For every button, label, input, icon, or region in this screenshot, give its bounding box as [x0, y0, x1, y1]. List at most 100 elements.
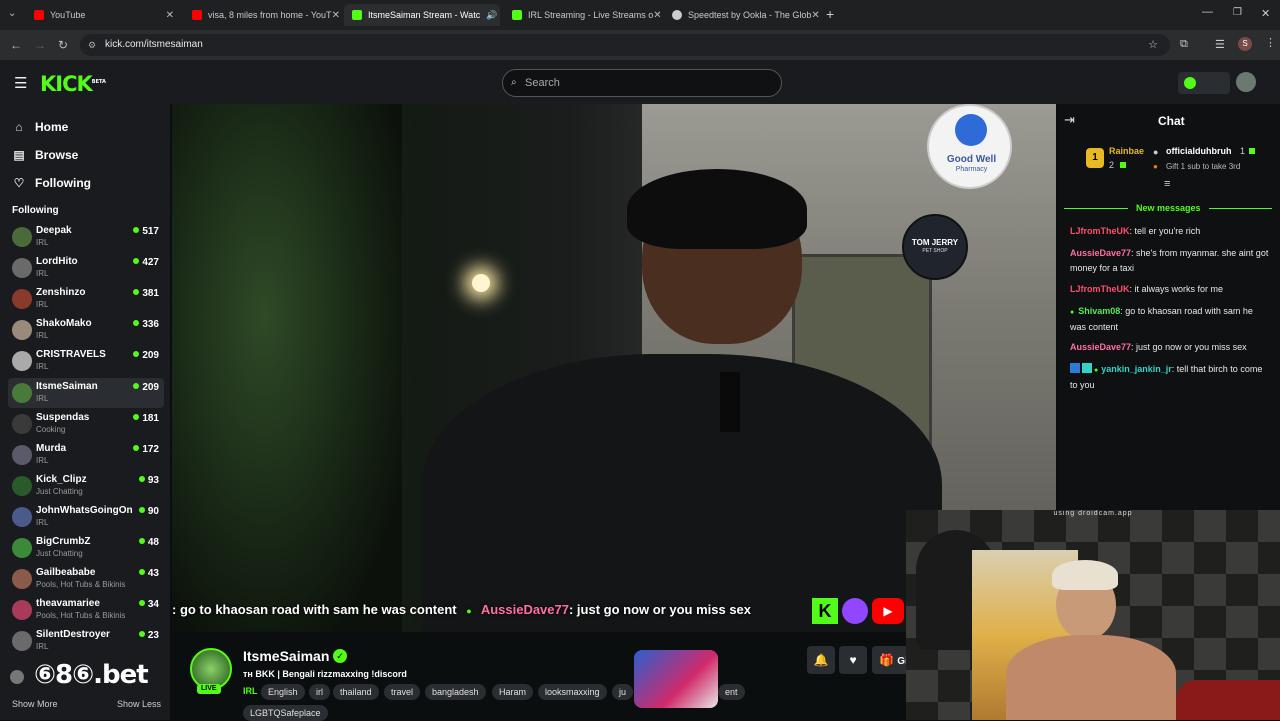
chat-username[interactable]: LJfromTheUK — [1070, 284, 1130, 294]
live-dot-icon — [133, 320, 140, 327]
sidebar-channel-shakomako[interactable]: ShakoMako IRL 336 — [8, 315, 164, 345]
chat-username[interactable]: AussieDave77 — [1070, 248, 1131, 258]
notification-bell-button[interactable]: 🔔 — [807, 646, 835, 674]
top-gifter-name[interactable]: Rainbae — [1109, 146, 1144, 156]
sidebar-channel-itsmesaiman[interactable]: ItsmeSaiman IRL 209 — [8, 377, 164, 408]
chat-username[interactable]: LJfromTheUK — [1070, 226, 1130, 236]
sidebar-channel-zenshinzo[interactable]: Zenshinzo IRL 381 — [8, 284, 164, 314]
sidebar-channel-deepak[interactable]: Deepak IRL 517 — [8, 222, 164, 252]
sidebar-channel-lordhito[interactable]: LordHito IRL 427 — [8, 253, 164, 283]
media-control-icon[interactable]: ☰ — [1215, 38, 1225, 51]
following-heading: Following — [12, 205, 59, 216]
close-tab-icon[interactable]: ✕ — [332, 10, 340, 21]
channel-category: IRL — [36, 300, 49, 310]
sidebar-channel-kick_clipz[interactable]: Kick_Clipz Just Chatting 93 — [8, 471, 164, 501]
hamburger-menu-icon[interactable]: ☰ — [14, 74, 27, 92]
new-tab-icon[interactable]: + — [826, 6, 834, 22]
extensions-icon[interactable]: ⧉ — [1180, 38, 1188, 51]
browser-tab[interactable]: IRL Streaming - Live Streams o ✕ — [504, 4, 660, 26]
viewer-count: 209 — [142, 381, 159, 393]
bookmark-star-icon[interactable]: ☆ — [1148, 34, 1158, 56]
stream-tag[interactable]: LGBTQSafeplace — [243, 705, 328, 721]
channel-category: Just Chatting — [36, 486, 83, 496]
sidebar-channel-bigcrumbz[interactable]: BigCrumbZ Just Chatting 48 — [8, 533, 164, 563]
viewer-count: 23 — [147, 630, 159, 642]
minimize-icon[interactable]: — — [1202, 6, 1213, 18]
stream-tag[interactable]: irl — [309, 684, 330, 700]
collapse-chat-icon[interactable]: ⇥ — [1064, 112, 1075, 128]
live-dot-icon — [138, 569, 145, 576]
channel-viewers: 209 — [133, 350, 159, 361]
browser-tab[interactable]: visa, 8 miles from home - YouT ✕ — [184, 4, 340, 26]
browser-tab[interactable]: Speedtest by Ookla - The Glob ✕ — [664, 4, 820, 26]
stream-tag[interactable]: bangladesh — [425, 684, 486, 700]
live-dot-icon — [138, 506, 145, 513]
nav-label: Following — [35, 176, 91, 190]
close-tab-icon[interactable]: ✕ — [166, 10, 174, 21]
close-window-icon[interactable]: ✕ — [1261, 7, 1270, 20]
stream-tag[interactable]: English — [261, 684, 305, 700]
close-tab-icon[interactable]: ✕ — [653, 10, 660, 21]
live-dot-icon — [138, 538, 145, 544]
user-avatar[interactable] — [1236, 72, 1256, 92]
channel-viewers: 181 — [133, 413, 159, 424]
chat-username[interactable]: Shivam08 — [1078, 306, 1120, 316]
channel-viewers: 90 — [138, 506, 159, 517]
sidebar-channel-murda[interactable]: Murda IRL 172 — [8, 440, 164, 470]
nav-label: Browse — [35, 148, 79, 162]
stream-tag[interactable]: travel — [384, 684, 421, 700]
nav-browse[interactable]: ▤ Browse — [12, 148, 78, 162]
tab-search-icon[interactable]: ⌄ — [8, 8, 16, 19]
chat-title: Chat — [1158, 114, 1185, 128]
show-more-button[interactable]: Show More — [12, 699, 58, 709]
maximize-icon[interactable]: ❐ — [1233, 7, 1242, 18]
channel-avatar — [12, 631, 32, 652]
sidebar-channel-theavamariee[interactable]: theavamariee Pools, Hot Tubs & Bikinis 34 — [8, 595, 164, 625]
search-input[interactable]: ⌕ Search — [502, 69, 782, 97]
chat-username[interactable]: yankin_jankin_jr — [1101, 364, 1172, 374]
site-info-icon[interactable]: ⚙ — [88, 34, 96, 56]
browser-tab-active[interactable]: ItsmeSaiman Stream - Watc 🔊 ✕ — [344, 4, 500, 26]
channel-viewers: 34 — [138, 599, 159, 610]
stream-tag[interactable]: looksmaxxing — [538, 684, 607, 700]
back-icon[interactable]: ← — [10, 38, 22, 52]
speaker-icon[interactable]: 🔊 — [486, 10, 497, 21]
beta-badge: BETA — [91, 79, 106, 85]
chat-username[interactable]: AussieDave77 — [1070, 342, 1131, 352]
follow-button[interactable]: ♥ — [839, 646, 867, 674]
viewer-torso — [1006, 635, 1176, 720]
sidebar-channel-gailbeababe[interactable]: Gailbeababe Pools, Hot Tubs & Bikinis 43 — [8, 564, 164, 594]
nav-home[interactable]: ⌂ Home — [12, 120, 68, 134]
profile-avatar[interactable]: S — [1238, 37, 1252, 51]
sidebar-channel-johnwhatsgoingon[interactable]: JohnWhatsGoingOn IRL 90 — [8, 502, 164, 532]
url-field[interactable]: ⚙ kick.com/itsmesaiman ☆ — [80, 34, 1170, 56]
show-less-button[interactable]: Show Less — [117, 699, 161, 709]
second-gifter-name[interactable]: officialduhbruh — [1166, 146, 1232, 156]
channel-name: JohnWhatsGoingOn — [36, 504, 133, 516]
nav-following[interactable]: ♡ Following — [12, 176, 91, 190]
stream-tag[interactable]: thailand — [333, 684, 379, 700]
viewer-hair — [1052, 560, 1118, 590]
browser-tab[interactable]: YouTube ✕ — [26, 4, 182, 26]
kick-wallet-button[interactable] — [1178, 72, 1230, 94]
verified-check-icon: ✓ — [333, 649, 347, 663]
kick-logo[interactable]: KICKBETA — [40, 72, 106, 96]
stream-tag[interactable]: Haram — [492, 684, 534, 700]
sidebar-channel-silentdestroyer[interactable]: SilentDestroyer IRL 23 — [8, 626, 164, 656]
sub-badge-icon: ● — [1094, 367, 1099, 374]
channel-avatar — [12, 475, 32, 496]
browser-menu-icon[interactable]: ⋮ — [1265, 36, 1276, 49]
sidebar-channel-suspendas[interactable]: Suspendas Cooking 181 — [8, 409, 164, 439]
expand-leaderboard-icon[interactable]: ≡ — [1164, 178, 1170, 190]
streamer-avatar-small — [10, 670, 24, 684]
stream-category-link[interactable]: IRL — [243, 686, 258, 696]
reload-icon[interactable]: ↻ — [58, 38, 68, 52]
channel-category: IRL — [36, 269, 49, 279]
close-tab-icon[interactable]: ✕ — [811, 10, 819, 21]
sidebar-channel-cristravels[interactable]: CRISTRAVELS IRL 209 — [8, 346, 164, 376]
speedtest-favicon-icon — [672, 10, 682, 20]
streamer-name[interactable]: ItsmeSaiman — [243, 648, 329, 664]
forward-icon[interactable]: → — [34, 38, 46, 52]
channel-avatar — [12, 600, 32, 621]
channel-viewers: 427 — [133, 257, 159, 268]
